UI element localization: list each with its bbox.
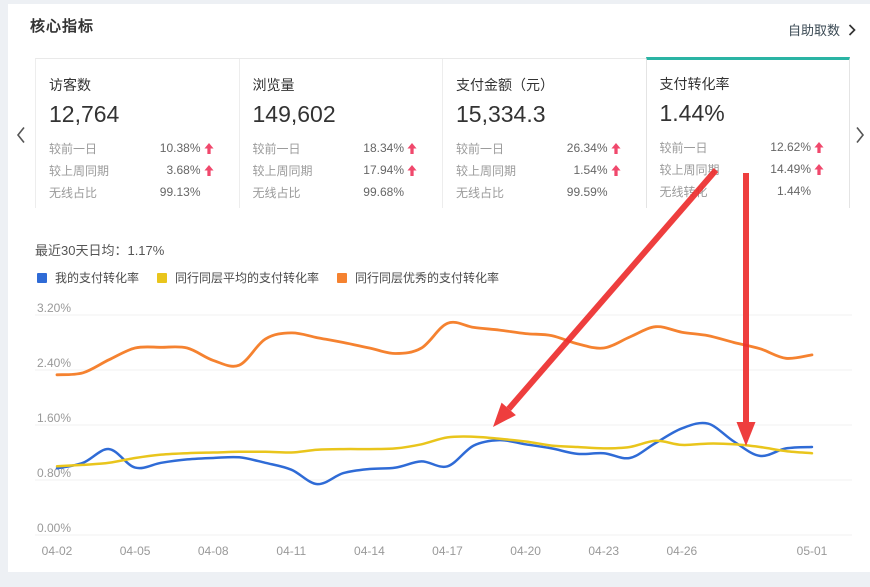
metric-row-value: 17.94% bbox=[363, 163, 404, 177]
metric-row: 较前一日 12.62% bbox=[660, 136, 830, 158]
legend-label: 同行同层平均的支付转化率 bbox=[175, 269, 319, 286]
self-service-data-label: 自助取数 bbox=[788, 20, 840, 39]
svg-text:04-02: 04-02 bbox=[42, 544, 73, 558]
metric-cards-row: 访客数 12,764 较前一日 10.38% 较上周同期 3.68% 无线占比 … bbox=[35, 58, 850, 208]
metric-row-value: 99.13% bbox=[160, 185, 201, 199]
svg-text:04-26: 04-26 bbox=[666, 544, 697, 558]
metric-row-label: 无线占比 bbox=[456, 184, 504, 201]
metric-row-label: 较上周同期 bbox=[456, 162, 516, 179]
metric-row-label: 较上周同期 bbox=[49, 162, 109, 179]
svg-text:05-01: 05-01 bbox=[797, 544, 828, 558]
up-arrow-icon bbox=[201, 143, 219, 154]
svg-text:04-08: 04-08 bbox=[198, 544, 229, 558]
metric-row: 较上周同期 14.49% bbox=[660, 158, 830, 180]
legend-swatch-blue bbox=[37, 273, 47, 283]
svg-text:0.80%: 0.80% bbox=[37, 466, 71, 480]
chevron-left-icon bbox=[16, 126, 26, 144]
card-value: 149,602 bbox=[253, 101, 423, 128]
metric-row-value: 18.34% bbox=[363, 141, 404, 155]
svg-text:1.60%: 1.60% bbox=[37, 411, 71, 425]
metric-row: 较前一日 10.38% bbox=[49, 137, 219, 159]
metric-row-label: 较前一日 bbox=[253, 140, 301, 157]
chevron-right-icon bbox=[848, 24, 856, 36]
metric-card-visitors[interactable]: 访客数 12,764 较前一日 10.38% 较上周同期 3.68% 无线占比 … bbox=[36, 59, 240, 208]
chart-average-summary: 最近30天日均：1.17% bbox=[35, 240, 164, 259]
metric-row-label: 无线占比 bbox=[253, 184, 301, 201]
metric-row-value: 3.68% bbox=[166, 163, 200, 177]
metric-row: 较上周同期 3.68% bbox=[49, 159, 219, 181]
metric-row-value: 99.59% bbox=[567, 185, 608, 199]
metric-card-pageviews[interactable]: 浏览量 149,602 较前一日 18.34% 较上周同期 17.94% 无线占… bbox=[240, 59, 444, 208]
legend-label: 我的支付转化率 bbox=[55, 269, 139, 286]
svg-text:04-23: 04-23 bbox=[588, 544, 619, 558]
chart-legend: 我的支付转化率 同行同层平均的支付转化率 同行同层优秀的支付转化率 bbox=[37, 269, 499, 286]
svg-text:04-05: 04-05 bbox=[120, 544, 151, 558]
metric-row-label: 较前一日 bbox=[49, 140, 97, 157]
metric-card-conversion-rate[interactable]: 支付转化率 1.44% 较前一日 12.62% 较上周同期 14.49% 无线转… bbox=[646, 57, 851, 208]
page-title: 核心指标 bbox=[30, 15, 94, 36]
legend-item-peer-average[interactable]: 同行同层平均的支付转化率 bbox=[157, 269, 319, 286]
metric-row: 较上周同期 1.54% bbox=[456, 159, 626, 181]
metric-row: 无线转化 1.44% bbox=[660, 180, 830, 202]
metric-row-value: 1.44% bbox=[777, 184, 811, 198]
legend-swatch-orange bbox=[337, 273, 347, 283]
metric-row: 无线占比 99.59% bbox=[456, 181, 626, 203]
up-arrow-icon bbox=[608, 165, 626, 176]
metric-row-label: 较上周同期 bbox=[660, 161, 720, 178]
up-arrow-icon bbox=[201, 165, 219, 176]
up-arrow-icon bbox=[811, 142, 829, 153]
metric-row-value: 26.34% bbox=[567, 141, 608, 155]
svg-text:04-20: 04-20 bbox=[510, 544, 541, 558]
chevron-right-icon bbox=[855, 126, 865, 144]
up-arrow-icon bbox=[404, 165, 422, 176]
carousel-prev-button[interactable] bbox=[12, 124, 30, 146]
svg-text:3.20%: 3.20% bbox=[37, 301, 71, 315]
metric-row-label: 无线占比 bbox=[49, 184, 97, 201]
metric-row: 较前一日 18.34% bbox=[253, 137, 423, 159]
metric-card-payment-amount[interactable]: 支付金额（元） 15,334.3 较前一日 26.34% 较上周同期 1.54%… bbox=[443, 59, 647, 208]
metric-row-value: 99.68% bbox=[363, 185, 404, 199]
metric-row-label: 较上周同期 bbox=[253, 162, 313, 179]
metric-row-value: 14.49% bbox=[770, 162, 811, 176]
up-arrow-icon bbox=[608, 143, 626, 154]
svg-text:04-17: 04-17 bbox=[432, 544, 463, 558]
self-service-data-link[interactable]: 自助取数 bbox=[788, 20, 856, 39]
metric-row: 无线占比 99.13% bbox=[49, 181, 219, 203]
legend-label: 同行同层优秀的支付转化率 bbox=[355, 269, 499, 286]
card-value: 1.44% bbox=[660, 100, 830, 127]
svg-text:04-14: 04-14 bbox=[354, 544, 385, 558]
card-title: 访客数 bbox=[49, 75, 219, 95]
legend-swatch-yellow bbox=[157, 273, 167, 283]
legend-item-my-rate[interactable]: 我的支付转化率 bbox=[37, 269, 139, 286]
card-value: 12,764 bbox=[49, 101, 219, 128]
metric-row: 无线占比 99.68% bbox=[253, 181, 423, 203]
metric-row-label: 较前一日 bbox=[456, 140, 504, 157]
card-title: 浏览量 bbox=[253, 75, 423, 95]
metric-row-value: 1.54% bbox=[573, 163, 607, 177]
metric-row-label: 较前一日 bbox=[660, 139, 708, 156]
metric-row-value: 10.38% bbox=[160, 141, 201, 155]
card-title: 支付金额（元） bbox=[456, 75, 626, 95]
carousel-next-button[interactable] bbox=[851, 124, 869, 146]
svg-text:2.40%: 2.40% bbox=[37, 356, 71, 370]
svg-text:04-11: 04-11 bbox=[276, 544, 306, 558]
metric-row: 较上周同期 17.94% bbox=[253, 159, 423, 181]
card-title: 支付转化率 bbox=[660, 74, 830, 94]
up-arrow-icon bbox=[404, 143, 422, 154]
metric-row-label: 无线转化 bbox=[660, 183, 708, 200]
conversion-rate-line-chart: 0.00% 0.80% 1.60% 2.40% 3.20% 04-02 04-05 04-08… bbox=[0, 296, 870, 572]
svg-text:0.00%: 0.00% bbox=[37, 521, 71, 535]
metric-row: 较前一日 26.34% bbox=[456, 137, 626, 159]
legend-item-peer-excellent[interactable]: 同行同层优秀的支付转化率 bbox=[337, 269, 499, 286]
up-arrow-icon bbox=[811, 164, 829, 175]
metric-row-value: 12.62% bbox=[770, 140, 811, 154]
card-value: 15,334.3 bbox=[456, 101, 626, 128]
